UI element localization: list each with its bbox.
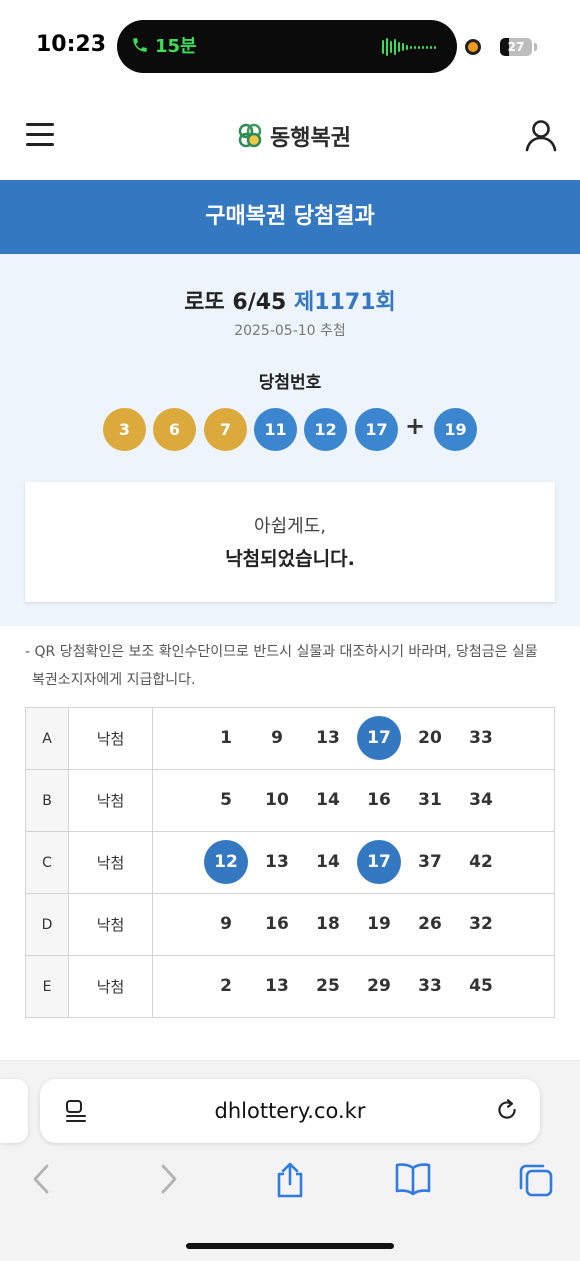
result-message-box: 아쉽게도, 낙첨되었습니다. (25, 482, 555, 602)
phone-icon (133, 38, 147, 52)
reload-icon[interactable] (494, 1097, 520, 1123)
ticket-number: 9 (220, 914, 232, 934)
draw-result-panel: 로또 6/45 제1171회 2025-05-10 추첨 당첨번호 3 6 7 … (0, 254, 580, 626)
ticket-row: E 낙첨 2 13 25 29 33 45 (25, 955, 555, 1018)
ticket-number: 13 (265, 976, 289, 996)
bonus-ball: 19 (434, 408, 477, 451)
site-header: 동행복권 (0, 90, 580, 180)
matched-number: 12 (204, 840, 248, 884)
ticket-row: A 낙첨 1 9 13 17 20 33 (25, 707, 555, 770)
bonus-plus: + (405, 412, 426, 440)
ticket-number: 26 (418, 914, 442, 934)
draw-round: 제1171회 (294, 290, 396, 315)
ticket-number: 42 (469, 852, 493, 872)
battery-cap (534, 43, 537, 51)
ticket-number: 29 (367, 976, 391, 996)
ticket-number: 13 (316, 728, 340, 748)
tabs-icon[interactable] (518, 1162, 554, 1198)
ticket-number: 9 (271, 728, 283, 748)
call-indicator[interactable]: 15분 (131, 32, 197, 58)
ticket-numbers: 1 9 13 17 20 33 (152, 707, 555, 770)
qr-notice: - QR 당첨확인은 보조 확인수단이므로 반드시 실물과 대조하시기 바라며,… (25, 638, 560, 694)
ticket-number: 33 (469, 728, 493, 748)
ticket-numbers: 2 13 25 29 33 45 (152, 955, 555, 1018)
ticket-number: 33 (418, 976, 442, 996)
winning-ball: 17 (355, 408, 398, 451)
winning-ball: 11 (254, 408, 297, 451)
ticket-numbers: 9 16 18 19 26 32 (152, 893, 555, 956)
draw-date: 2025-05-10 추첨 (234, 323, 346, 339)
call-duration: 15분 (155, 36, 197, 57)
winning-ball: 12 (304, 408, 347, 451)
ticket-number: 14 (316, 790, 340, 810)
ticket-number: 45 (469, 976, 493, 996)
logo[interactable]: 동행복권 (236, 120, 351, 152)
ticket-number: 14 (316, 852, 340, 872)
ticket-number: 16 (367, 790, 391, 810)
ticket-number: 19 (367, 914, 391, 934)
dynamic-island[interactable]: 15분 (117, 20, 457, 73)
notice-line1: - QR 당첨확인은 보조 확인수단이므로 반드시 실물과 대조하시기 바라며,… (25, 644, 538, 660)
ticket-number: 2 (220, 976, 232, 996)
status-bar: 10:23 15분 27 (0, 0, 580, 90)
ticket-number: 34 (469, 790, 493, 810)
ticket-row: C 낙첨 12 13 14 17 37 42 (25, 831, 555, 894)
url-text[interactable]: dhlottery.co.kr (40, 1079, 540, 1143)
ticket-row: D 낙첨 9 16 18 19 26 32 (25, 893, 555, 956)
ticket-result: 낙첨 (68, 707, 153, 770)
ticket-number: 13 (265, 852, 289, 872)
result-message-line1: 아쉽게도, (254, 516, 326, 537)
clover-logo-icon (238, 123, 262, 148)
ticket-result: 낙첨 (68, 955, 153, 1018)
winning-ball: 7 (204, 408, 247, 451)
ticket-number: 20 (418, 728, 442, 748)
clock: 10:23 (36, 32, 107, 57)
ticket-number: 10 (265, 790, 289, 810)
ticket-numbers: 12 13 14 17 37 42 (152, 831, 555, 894)
ticket-game-label: C (25, 831, 69, 894)
ticket-number: 31 (418, 790, 442, 810)
ticket-result: 낙첨 (68, 769, 153, 832)
ticket-number: 32 (469, 914, 493, 934)
forward-icon[interactable] (156, 1162, 180, 1196)
menu-icon[interactable] (26, 123, 54, 147)
share-icon[interactable] (274, 1162, 306, 1198)
page-title: 구매복권 당첨결과 (0, 180, 580, 254)
ticket-number: 37 (418, 852, 442, 872)
ticket-number: 1 (220, 728, 232, 748)
winning-numbers-label: 당첨번호 (258, 373, 322, 393)
recording-dot-icon (465, 39, 481, 55)
winning-ball: 6 (153, 408, 196, 451)
draw-title: 로또 6/45 제1171회 (0, 284, 580, 316)
ticket-number: 16 (265, 914, 289, 934)
home-indicator[interactable] (186, 1243, 394, 1249)
back-icon[interactable] (30, 1162, 54, 1196)
ticket-game-label: B (25, 769, 69, 832)
result-message-line2: 낙첨되었습니다. (225, 548, 355, 570)
ticket-number: 5 (220, 790, 232, 810)
ticket-numbers: 5 10 14 16 31 34 (152, 769, 555, 832)
ticket-game-label: D (25, 893, 69, 956)
game-name: 로또 6/45 (184, 290, 287, 315)
bookmarks-icon[interactable] (394, 1162, 432, 1196)
battery-icon: 27 (500, 38, 532, 56)
address-bar[interactable]: dhlottery.co.kr (40, 1079, 540, 1143)
logo-text: 동행복권 (270, 126, 351, 151)
ticket-row: B 낙첨 5 10 14 16 31 34 (25, 769, 555, 832)
ticket-result: 낙첨 (68, 831, 153, 894)
user-icon[interactable] (524, 118, 558, 152)
ticket-game-label: A (25, 707, 69, 770)
previous-tab-peek[interactable] (0, 1079, 28, 1143)
matched-number: 17 (357, 716, 401, 760)
notice-line2: 복권소지자에게 지급합니다. (32, 672, 196, 688)
ticket-number: 25 (316, 976, 340, 996)
audio-wave-icon (382, 38, 436, 56)
ticket-result: 낙첨 (68, 893, 153, 956)
winning-ball: 3 (103, 408, 146, 451)
ticket-game-label: E (25, 955, 69, 1018)
battery-level: 27 (507, 40, 525, 54)
ticket-table: A 낙첨 1 9 13 17 20 33 B 낙첨 5 10 14 16 31 34 C 낙첨 12 13 14 17 37… (25, 707, 555, 1018)
ticket-number: 18 (316, 914, 340, 934)
matched-number: 17 (357, 840, 401, 884)
